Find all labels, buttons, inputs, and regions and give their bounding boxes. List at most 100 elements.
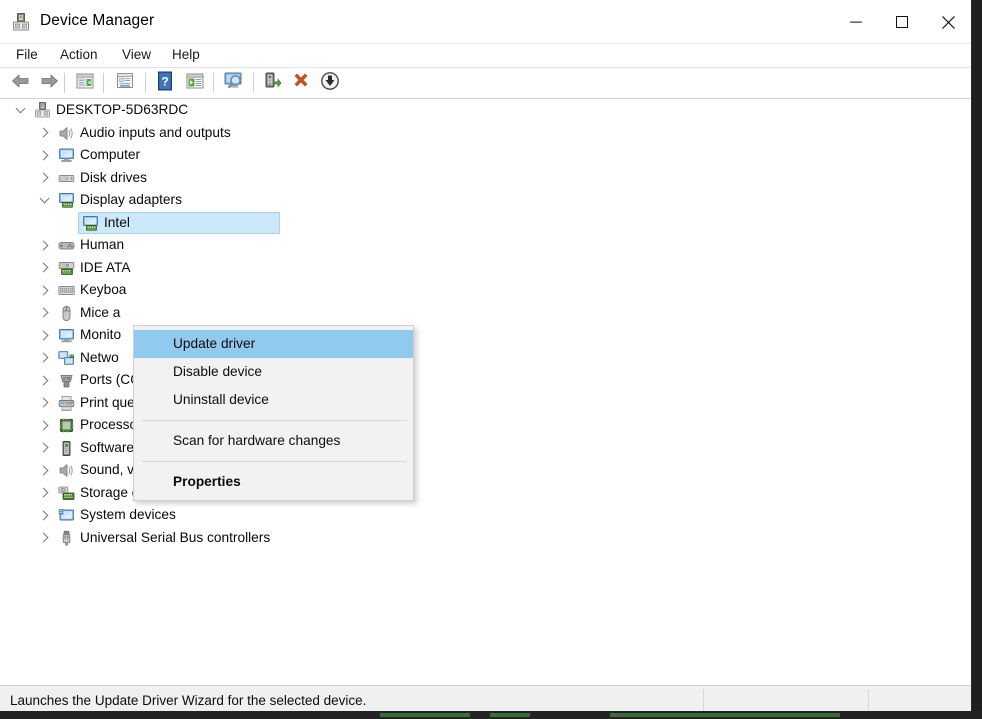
storage-controller-icon xyxy=(58,485,75,502)
context-menu-item-disable-device[interactable]: Disable device xyxy=(134,358,413,386)
tree-item-computer[interactable]: Computer xyxy=(0,144,971,167)
tree-item-label: Display adapters xyxy=(80,192,182,207)
tree-item-keyboards[interactable]: Keyboa xyxy=(0,279,971,302)
tree-item-human-interface-devices[interactable]: Human xyxy=(0,234,971,257)
status-bar-text: Launches the Update Driver Wizard for th… xyxy=(10,693,367,708)
close-button[interactable] xyxy=(925,0,971,44)
chevron-right-icon[interactable] xyxy=(36,459,52,482)
menu-item-file[interactable]: File xyxy=(14,47,40,62)
chevron-right-icon[interactable] xyxy=(36,302,52,325)
ide-ata-icon xyxy=(58,260,75,277)
desktop-background-strip xyxy=(0,711,982,719)
scan-for-hardware-changes-button[interactable] xyxy=(221,71,247,96)
tree-item-label: Keyboa xyxy=(80,282,127,297)
toolbar-separator xyxy=(64,73,65,93)
tree-item-system-devices[interactable]: System devices xyxy=(0,504,971,527)
device-manager-icon xyxy=(11,12,31,32)
device-tree-panel: DESKTOP-5D63RDC Audio inputs and outputs xyxy=(0,99,971,686)
window-title: Device Manager xyxy=(40,12,155,29)
tree-item-label: Universal Serial Bus controllers xyxy=(80,529,271,545)
maximize-button[interactable] xyxy=(879,0,925,44)
console-tree-icon xyxy=(75,72,95,95)
tree-item-label: Computer xyxy=(80,147,141,162)
menu-bar: File Action View Help xyxy=(0,44,971,68)
menu-item-help[interactable]: Help xyxy=(170,47,202,62)
context-menu-separator xyxy=(142,461,407,462)
computer-icon xyxy=(58,147,75,164)
software-device-icon xyxy=(58,440,75,457)
toolbar: ? xyxy=(0,68,971,99)
hid-icon xyxy=(58,237,75,254)
menu-item-action[interactable]: Action xyxy=(58,47,100,62)
svg-text:?: ? xyxy=(161,75,168,89)
toolbar-separator xyxy=(253,73,254,93)
computer-root-icon xyxy=(34,102,51,119)
system-device-icon xyxy=(58,507,75,524)
chevron-right-icon[interactable] xyxy=(36,437,52,460)
chevron-right-icon[interactable] xyxy=(36,504,52,527)
disable-device-button[interactable] xyxy=(317,71,343,96)
menu-item-view[interactable]: View xyxy=(120,47,153,62)
update-driver-icon xyxy=(185,72,205,95)
tree-item-disk-drives[interactable]: Disk drives xyxy=(0,167,971,190)
speaker-icon xyxy=(58,462,75,479)
disable-down-arrow-icon xyxy=(320,71,340,96)
chevron-right-icon[interactable] xyxy=(36,144,52,167)
properties-button[interactable] xyxy=(112,71,138,96)
display-adapter-icon xyxy=(58,192,75,209)
context-menu-item-update-driver[interactable]: Update driver xyxy=(134,330,413,358)
port-icon xyxy=(58,372,75,389)
chevron-right-icon[interactable] xyxy=(36,234,52,257)
forward-button[interactable] xyxy=(36,71,62,96)
chevron-right-icon[interactable] xyxy=(36,324,52,347)
chevron-right-icon[interactable] xyxy=(36,257,52,280)
toolbar-separator xyxy=(145,73,146,93)
update-driver-button[interactable] xyxy=(182,71,208,96)
uninstall-device-button[interactable] xyxy=(288,71,314,96)
minimize-button[interactable] xyxy=(833,0,879,44)
tree-item-label: Audio inputs and outputs xyxy=(80,124,231,140)
chevron-right-icon[interactable] xyxy=(36,392,52,415)
forward-arrow-icon xyxy=(38,72,60,95)
chevron-right-icon[interactable] xyxy=(36,122,52,145)
context-menu-item-properties[interactable]: Properties xyxy=(134,468,413,496)
chevron-right-icon[interactable] xyxy=(36,347,52,370)
toolbar-separator xyxy=(103,73,104,93)
chevron-down-icon[interactable] xyxy=(36,189,52,212)
tree-item-label: Mice a xyxy=(80,304,121,320)
tree-item-universal-serial-bus-controllers[interactable]: Universal Serial Bus controllers xyxy=(0,527,971,550)
tree-item-label: Disk drives xyxy=(80,169,147,185)
back-arrow-icon xyxy=(10,72,32,95)
context-menu-item-scan-for-hardware-changes[interactable]: Scan for hardware changes xyxy=(134,427,413,455)
tree-item-label: IDE ATA xyxy=(80,259,131,275)
chevron-right-icon[interactable] xyxy=(36,527,52,550)
tree-item-mice-and-other-pointing-devices[interactable]: Mice a xyxy=(0,302,971,325)
show-hide-console-tree-button[interactable] xyxy=(72,71,98,96)
chevron-down-icon[interactable] xyxy=(12,99,28,122)
enable-device-icon xyxy=(262,71,282,96)
chevron-right-icon[interactable] xyxy=(36,279,52,302)
desktop-artifact xyxy=(380,713,470,717)
back-button[interactable] xyxy=(8,71,34,96)
chevron-right-icon[interactable] xyxy=(36,414,52,437)
enable-device-button[interactable] xyxy=(259,71,285,96)
tree-item-audio-inputs-and-outputs[interactable]: Audio inputs and outputs xyxy=(0,122,971,145)
usb-icon xyxy=(58,530,75,547)
tree-item-display-adapters[interactable]: Display adapters xyxy=(0,189,971,212)
help-question-icon: ? xyxy=(156,71,174,96)
chevron-right-icon[interactable] xyxy=(36,369,52,392)
properties-window-icon xyxy=(115,72,135,95)
help-button[interactable]: ? xyxy=(152,71,178,96)
chevron-right-icon[interactable] xyxy=(36,482,52,505)
device-manager-window: Device Manager File Action View Help ? D… xyxy=(0,0,972,719)
tree-item-label: Human xyxy=(80,237,125,252)
chevron-right-icon[interactable] xyxy=(36,167,52,190)
title-bar: Device Manager xyxy=(0,0,971,44)
tree-item-ide-ata-controllers[interactable]: IDE ATA xyxy=(0,257,971,280)
toolbar-separator xyxy=(213,73,214,93)
tree-item-root[interactable]: DESKTOP-5D63RDC xyxy=(0,99,971,122)
context-menu-item-uninstall-device[interactable]: Uninstall device xyxy=(134,386,413,414)
tree-item-intel-display-adapter[interactable]: Intel xyxy=(0,211,971,235)
device-context-menu[interactable]: Update driver Disable device Uninstall d… xyxy=(133,325,414,501)
disk-drive-icon xyxy=(58,170,75,187)
